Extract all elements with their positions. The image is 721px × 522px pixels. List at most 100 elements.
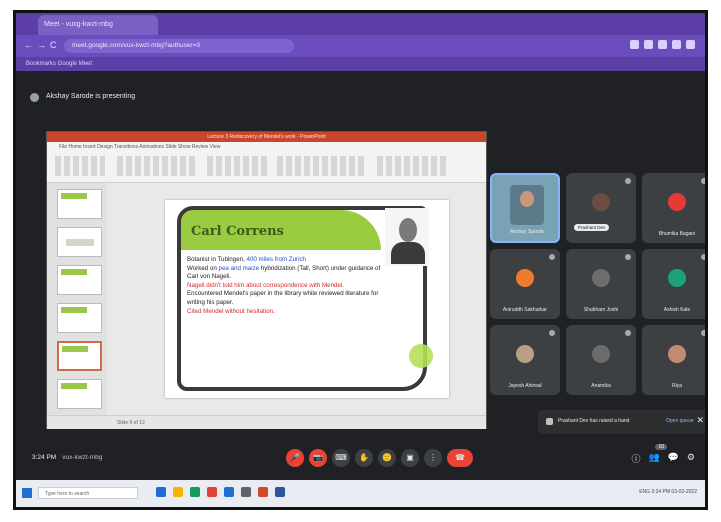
profile-icon[interactable] — [686, 40, 695, 49]
taskbar-app-icon[interactable] — [224, 487, 234, 497]
mic-muted-icon — [701, 254, 705, 260]
slide-thumbnail[interactable] — [57, 303, 102, 333]
participant-name: Jayesh Ahirwal — [508, 383, 542, 389]
participant-tile[interactable]: Shubham Joshi — [566, 249, 636, 319]
reactions-button[interactable]: 🙂 — [378, 449, 396, 467]
captions-button[interactable]: ⌨ — [332, 449, 350, 467]
start-icon[interactable] — [22, 488, 32, 498]
participant-tile[interactable]: Aniruddh Sakharkar — [490, 249, 560, 319]
participant-name: Bhumika Bagani — [658, 231, 696, 237]
taskbar-app-icon[interactable] — [275, 487, 285, 497]
portrait-image — [385, 208, 429, 266]
participant-tile[interactable]: Prashant Dev — [566, 173, 636, 243]
extension-icon[interactable] — [644, 40, 653, 49]
participant-tile[interactable]: Riya — [642, 325, 705, 395]
activities-icon[interactable]: ⚙ — [687, 452, 695, 465]
avatar — [668, 193, 686, 211]
avatar — [592, 345, 610, 363]
participant-tile[interactable]: Anamika — [566, 325, 636, 395]
taskbar-app-icon[interactable] — [156, 487, 166, 497]
participant-name: Riya — [671, 383, 682, 389]
toast-text: Prashant Dev has raised a hand — [558, 418, 630, 424]
screenshot-frame: Meet - vuxg-kwzt-mbg ←→C meet.google.com… — [13, 10, 708, 510]
ppt-ribbon: File Home Insert Design Transitions Anim… — [47, 142, 486, 183]
ppt-ribbon-tabs: File Home Insert Design Transitions Anim… — [59, 144, 221, 150]
ribbon-group — [277, 156, 367, 176]
meet-header: Akshay Sarode is presenting — [16, 71, 705, 127]
meeting-time: 3:24 PM vux-kwzt-mbg — [32, 454, 103, 461]
shared-presentation: Lecture 3 Rediscovery of Mendel's work -… — [46, 131, 487, 429]
participant-tile[interactable]: Jayesh Ahirwal — [490, 325, 560, 395]
ribbon-group — [117, 156, 197, 176]
browser-tab[interactable]: Meet - vuxg-kwzt-mbg — [38, 15, 158, 35]
chat-icon[interactable]: 💬 — [668, 452, 679, 465]
video-feed — [510, 185, 544, 225]
taskbar-app-icon[interactable] — [258, 487, 268, 497]
extension-icon[interactable] — [672, 40, 681, 49]
slide-thumbnail[interactable] — [57, 189, 102, 219]
participant-tile[interactable]: Ashish Kale — [642, 249, 705, 319]
raise-hand-button[interactable]: ✋ — [355, 449, 373, 467]
browser-address-bar: ←→C meet.google.com/vux-kwzt-mbg?authuse… — [16, 35, 705, 57]
taskbar-app-icon[interactable] — [207, 487, 217, 497]
avatar — [592, 269, 610, 287]
windows-taskbar: Type here to search ENG 3:24 PM 03-03-20… — [16, 480, 705, 507]
call-controls: 🎤 📷 ⌨ ✋ 🙂 ▣ ⋮ ☎ — [286, 449, 473, 467]
decorative-circle — [409, 344, 433, 368]
open-queue-link[interactable]: Open queue — [666, 418, 694, 424]
participant-name: Prashant Dev — [574, 224, 610, 231]
participant-tile[interactable]: Bhumika Bagani — [642, 173, 705, 243]
extension-icon[interactable] — [658, 40, 667, 49]
taskbar-app-icon[interactable] — [173, 487, 183, 497]
mic-muted-icon — [549, 254, 555, 260]
participant-name: Anamika — [591, 383, 611, 389]
slide-thumbnails — [47, 183, 107, 415]
avatar — [516, 345, 534, 363]
avatar — [668, 269, 686, 287]
meeting-controls-bar: 3:24 PM vux-kwzt-mbg 🎤 📷 ⌨ ✋ 🙂 ▣ ⋮ ☎ 10 ⓘ… — [16, 438, 705, 480]
url-field[interactable]: meet.google.com/vux-kwzt-mbg?authuser=0 — [64, 39, 294, 53]
mic-muted-icon — [625, 254, 631, 260]
slide-thumbnail[interactable] — [57, 227, 102, 257]
slide-heading: Carl Correns — [191, 224, 284, 239]
extension-icon[interactable] — [630, 40, 639, 49]
people-icon[interactable]: 👥 — [648, 452, 659, 465]
mic-muted-icon — [549, 330, 555, 336]
current-slide: Carl Correns Botanist in Tubingen, 400 m… — [165, 200, 449, 398]
ribbon-group — [55, 156, 105, 176]
close-icon[interactable]: ✕ — [696, 415, 704, 426]
mic-toggle-button[interactable]: 🎤 — [286, 449, 304, 467]
slide-thumbnail[interactable] — [57, 265, 102, 295]
participant-name: Akshay Sarode — [510, 229, 544, 235]
present-button[interactable]: ▣ — [401, 449, 419, 467]
ppt-status-bar: Slide 6 of 12 — [47, 415, 486, 429]
participant-tile[interactable]: Akshay Sarode — [490, 173, 560, 243]
ppt-title-bar: Lecture 3 Rediscovery of Mendel's work -… — [47, 132, 486, 142]
avatar — [668, 345, 686, 363]
slide-thumbnail[interactable] — [57, 379, 102, 409]
taskbar-app-icon[interactable] — [241, 487, 251, 497]
more-options-button[interactable]: ⋮ — [424, 449, 442, 467]
avatar — [516, 269, 534, 287]
bookmarks-bar[interactable]: Bookmarks Google Meet — [16, 57, 705, 71]
meeting-code: vux-kwzt-mbg — [62, 454, 103, 461]
nav-buttons-icon[interactable]: ←→C — [24, 40, 61, 50]
participant-name: Aniruddh Sakharkar — [502, 307, 548, 313]
camera-toggle-button[interactable]: 📷 — [309, 449, 327, 467]
ribbon-group — [207, 156, 267, 176]
presenting-title: Akshay Sarode is presenting — [46, 93, 136, 100]
system-tray: ENG 3:24 PM 03-03-2022 — [639, 489, 697, 495]
leave-call-button[interactable]: ☎ — [447, 449, 473, 467]
taskbar-app-icon[interactable] — [190, 487, 200, 497]
extension-icons[interactable] — [630, 40, 695, 49]
hand-icon — [546, 418, 553, 425]
raised-hand-toast: Prashant Dev has raised a hand Open queu… — [538, 410, 705, 434]
slide-body-text: Botanist in Tubingen, 400 miles from Zur… — [187, 256, 381, 315]
info-icon[interactable]: ⓘ — [631, 452, 640, 465]
mic-muted-icon — [625, 330, 631, 336]
taskbar-search[interactable]: Type here to search — [38, 487, 138, 499]
slide-thumbnail-selected[interactable] — [57, 341, 102, 371]
mic-muted-icon — [701, 178, 705, 184]
side-controls: ⓘ 👥 💬 ⚙ — [631, 452, 695, 465]
participant-name: Ashish Kale — [663, 307, 691, 313]
